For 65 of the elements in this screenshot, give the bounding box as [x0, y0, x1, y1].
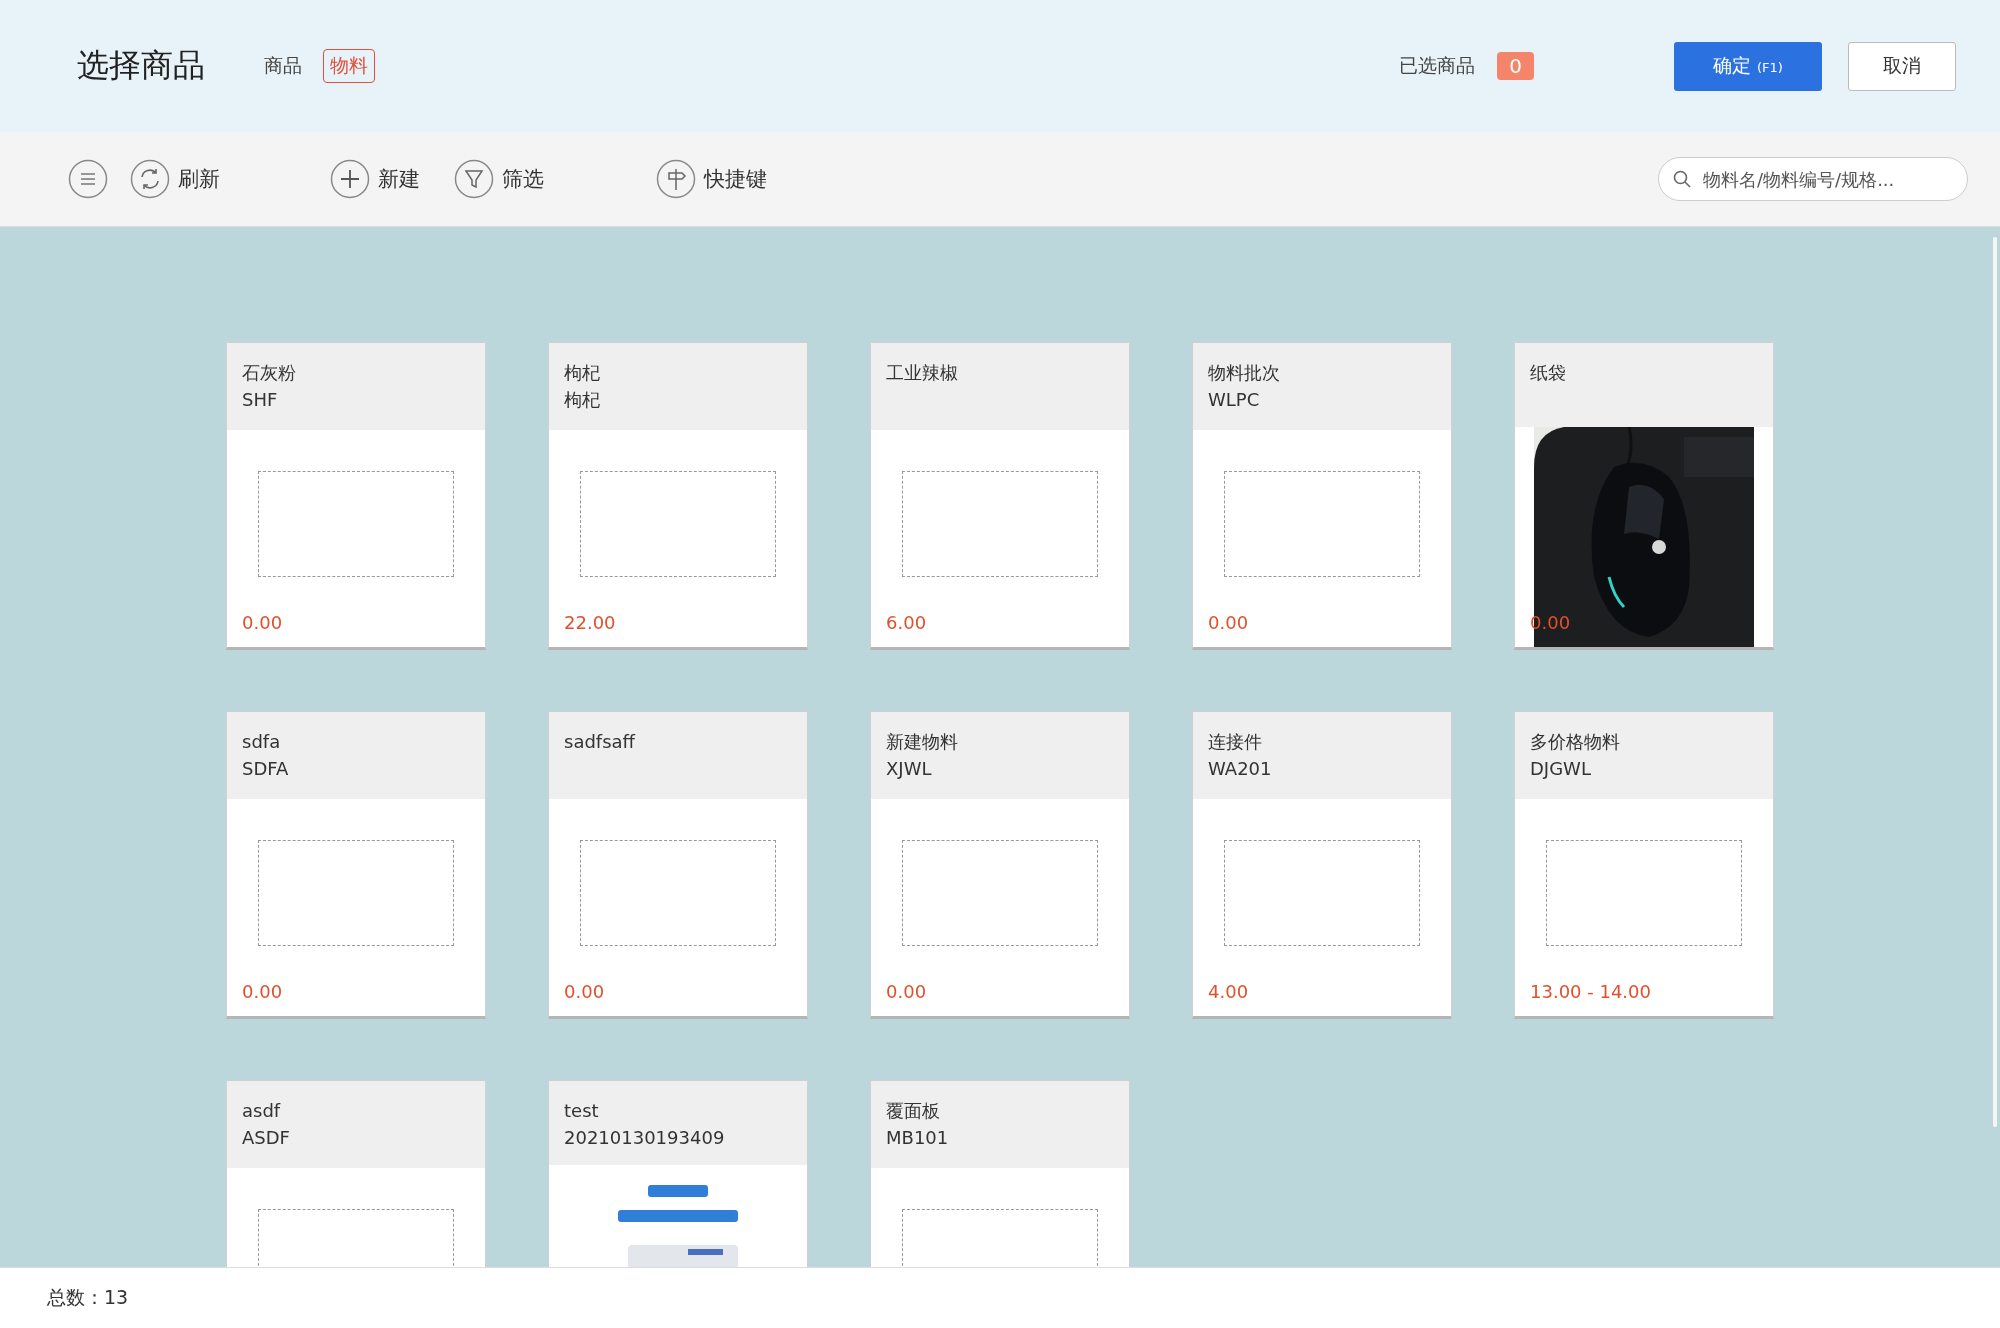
product-code: WLPC: [1208, 388, 1260, 412]
product-card[interactable]: sdfa SDFA 0.00: [226, 711, 486, 1019]
signpost-icon: [656, 159, 696, 199]
product-card[interactable]: sadfsaff 0.00: [548, 711, 808, 1019]
toolbar-button[interactable]: 刷新: [130, 159, 220, 199]
category-tab[interactable]: 物料: [323, 49, 375, 83]
product-card[interactable]: 枸杞 枸杞 22.00: [548, 342, 808, 650]
cancel-button[interactable]: 取消: [1848, 41, 1956, 91]
refresh-icon: [130, 159, 170, 199]
product-card[interactable]: 物料批次 WLPC 0.00: [1192, 342, 1452, 650]
product-card[interactable]: 覆面板 MB101: [870, 1080, 1130, 1267]
product-code: 枸杞: [564, 388, 600, 412]
product-name: 物料批次: [1208, 361, 1280, 385]
product-card[interactable]: 连接件 WA201 4.00: [1192, 711, 1452, 1019]
plus-icon: [330, 159, 370, 199]
toolbar-button[interactable]: 筛选: [454, 159, 544, 199]
menu-button[interactable]: [68, 159, 108, 199]
scrollbar[interactable]: [1993, 237, 1997, 1127]
product-name: sadfsaff: [564, 730, 635, 754]
product-name: 石灰粉: [242, 361, 296, 385]
product-name: sdfa: [242, 730, 281, 754]
filter-icon: [454, 159, 494, 199]
selected-label: 已选商品: [1399, 53, 1476, 78]
price: 0.00: [242, 612, 283, 633]
product-card[interactable]: asdf ASDF: [226, 1080, 486, 1267]
search-icon: [1672, 169, 1692, 189]
confirm-button[interactable]: 确定 (F1): [1674, 41, 1822, 91]
page-title: 选择商品: [77, 45, 205, 86]
product-name: asdf: [242, 1099, 281, 1123]
product-name: 纸袋: [1530, 361, 1566, 385]
product-card[interactable]: 石灰粉 SHF 0.00: [226, 342, 486, 650]
product-code: MB101: [886, 1126, 949, 1150]
product-code: WA201: [1208, 757, 1272, 781]
product-name: 连接件: [1208, 730, 1262, 754]
price: 0.00: [564, 981, 605, 1002]
price: 13.00 - 14.00: [1530, 981, 1651, 1002]
product-code: XJWL: [886, 757, 932, 781]
product-code: SHF: [242, 388, 278, 412]
product-name: 工业辣椒: [886, 361, 958, 385]
search-field[interactable]: 物料名/物料编号/规格...: [1658, 157, 1968, 201]
product-code: ASDF: [242, 1126, 290, 1150]
product-name: test: [564, 1099, 599, 1123]
product-name: 新建物料: [886, 730, 958, 754]
menu-icon: [68, 159, 108, 199]
price: 4.00: [1208, 981, 1249, 1002]
price: 0.00: [886, 981, 927, 1002]
product-card[interactable]: 新建物料 XJWL 0.00: [870, 711, 1130, 1019]
selected-count: 0: [1497, 52, 1534, 80]
product-code: 20210130193409: [564, 1126, 725, 1150]
price: 6.00: [886, 612, 927, 633]
product-code: SDFA: [242, 757, 289, 781]
product-name: 多价格物料: [1530, 730, 1620, 754]
total-count: 总数：13: [47, 1285, 129, 1310]
product-name: 枸杞: [564, 361, 600, 385]
product-code: DJGWL: [1530, 757, 1591, 781]
product-card[interactable]: 多价格物料 DJGWL 13.00 - 14.00: [1514, 711, 1774, 1019]
price: 0.00: [242, 981, 283, 1002]
price: 0.00: [1208, 612, 1249, 633]
price: 22.00: [564, 612, 616, 633]
toolbar-button[interactable]: 新建: [330, 159, 420, 199]
toolbar-button[interactable]: 快捷键: [656, 159, 767, 199]
product-name: 覆面板: [886, 1099, 940, 1123]
category-tab[interactable]: 商品: [257, 49, 309, 83]
product-card[interactable]: 工业辣椒 6.00: [870, 342, 1130, 650]
product-card[interactable]: test 20210130193409: [548, 1080, 808, 1267]
